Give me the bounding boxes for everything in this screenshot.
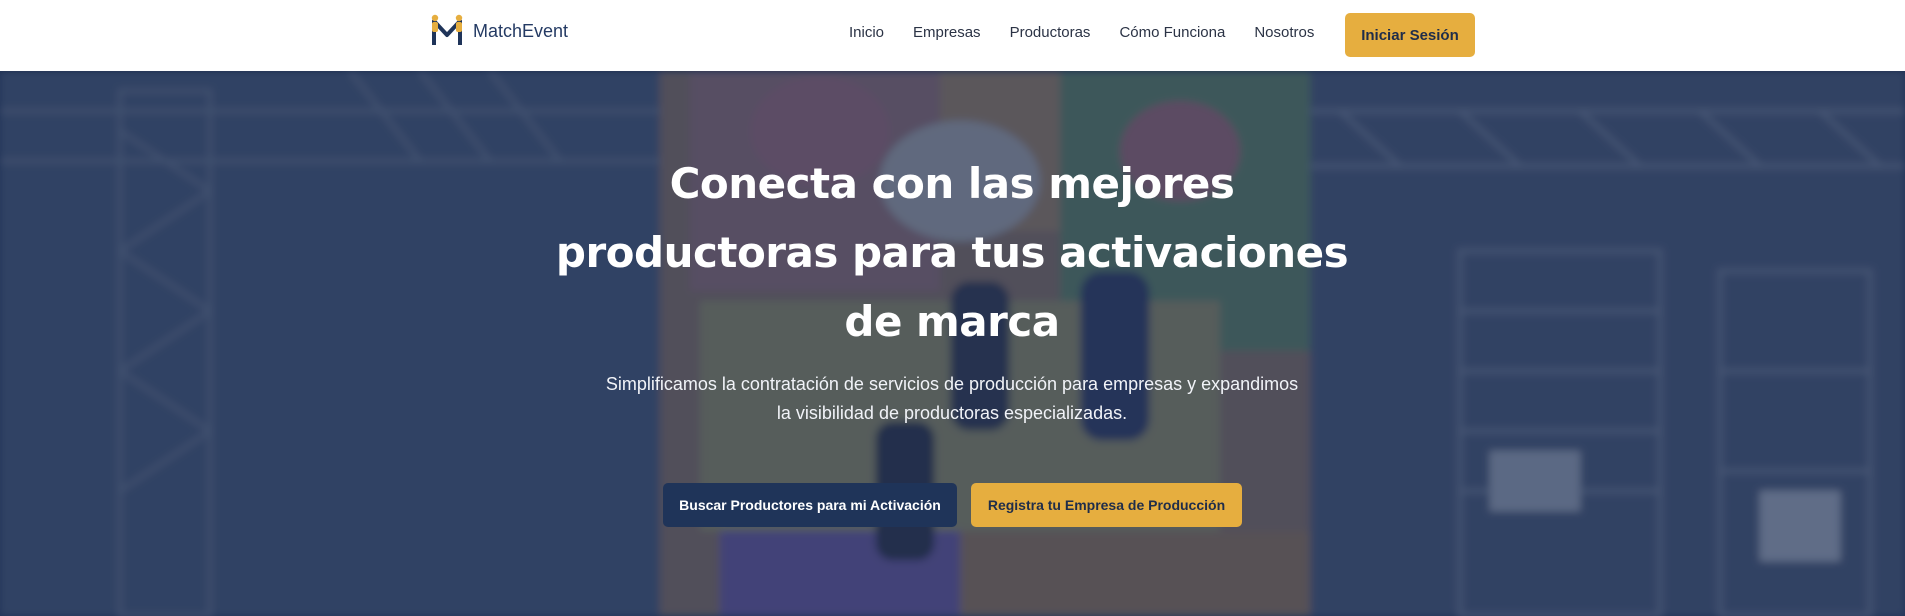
hero-subtitle: Simplificamos la contratación de servici…: [605, 374, 1299, 423]
find-producers-button[interactable]: Buscar Productores para mi Activación: [663, 483, 957, 527]
top-navbar: MatchEvent Inicio Empresas Productoras C…: [0, 0, 1905, 71]
brand-logo[interactable]: MatchEvent: [429, 13, 568, 49]
hero-title: Conecta con las mejores productoras para…: [555, 159, 1349, 346]
nav-link-nosotros[interactable]: Nosotros: [1254, 24, 1314, 41]
hero-section: Conecta con las mejores productoras para…: [0, 71, 1905, 616]
matchevent-logo-icon: [431, 14, 463, 45]
main-nav: Inicio Empresas Productoras Cómo Funcion…: [849, 24, 1314, 41]
nav-link-empresas[interactable]: Empresas: [913, 24, 981, 41]
nav-link-como-funciona[interactable]: Cómo Funciona: [1119, 24, 1225, 41]
login-button[interactable]: Iniciar Sesión: [1345, 13, 1475, 57]
nav-link-inicio[interactable]: Inicio: [849, 24, 884, 41]
hero-content: Conecta con las mejores productoras para…: [0, 71, 1905, 616]
brand-name: MatchEvent: [473, 20, 569, 41]
nav-link-productoras[interactable]: Productoras: [1010, 24, 1091, 41]
register-company-button[interactable]: Registra tu Empresa de Producción: [971, 483, 1242, 527]
